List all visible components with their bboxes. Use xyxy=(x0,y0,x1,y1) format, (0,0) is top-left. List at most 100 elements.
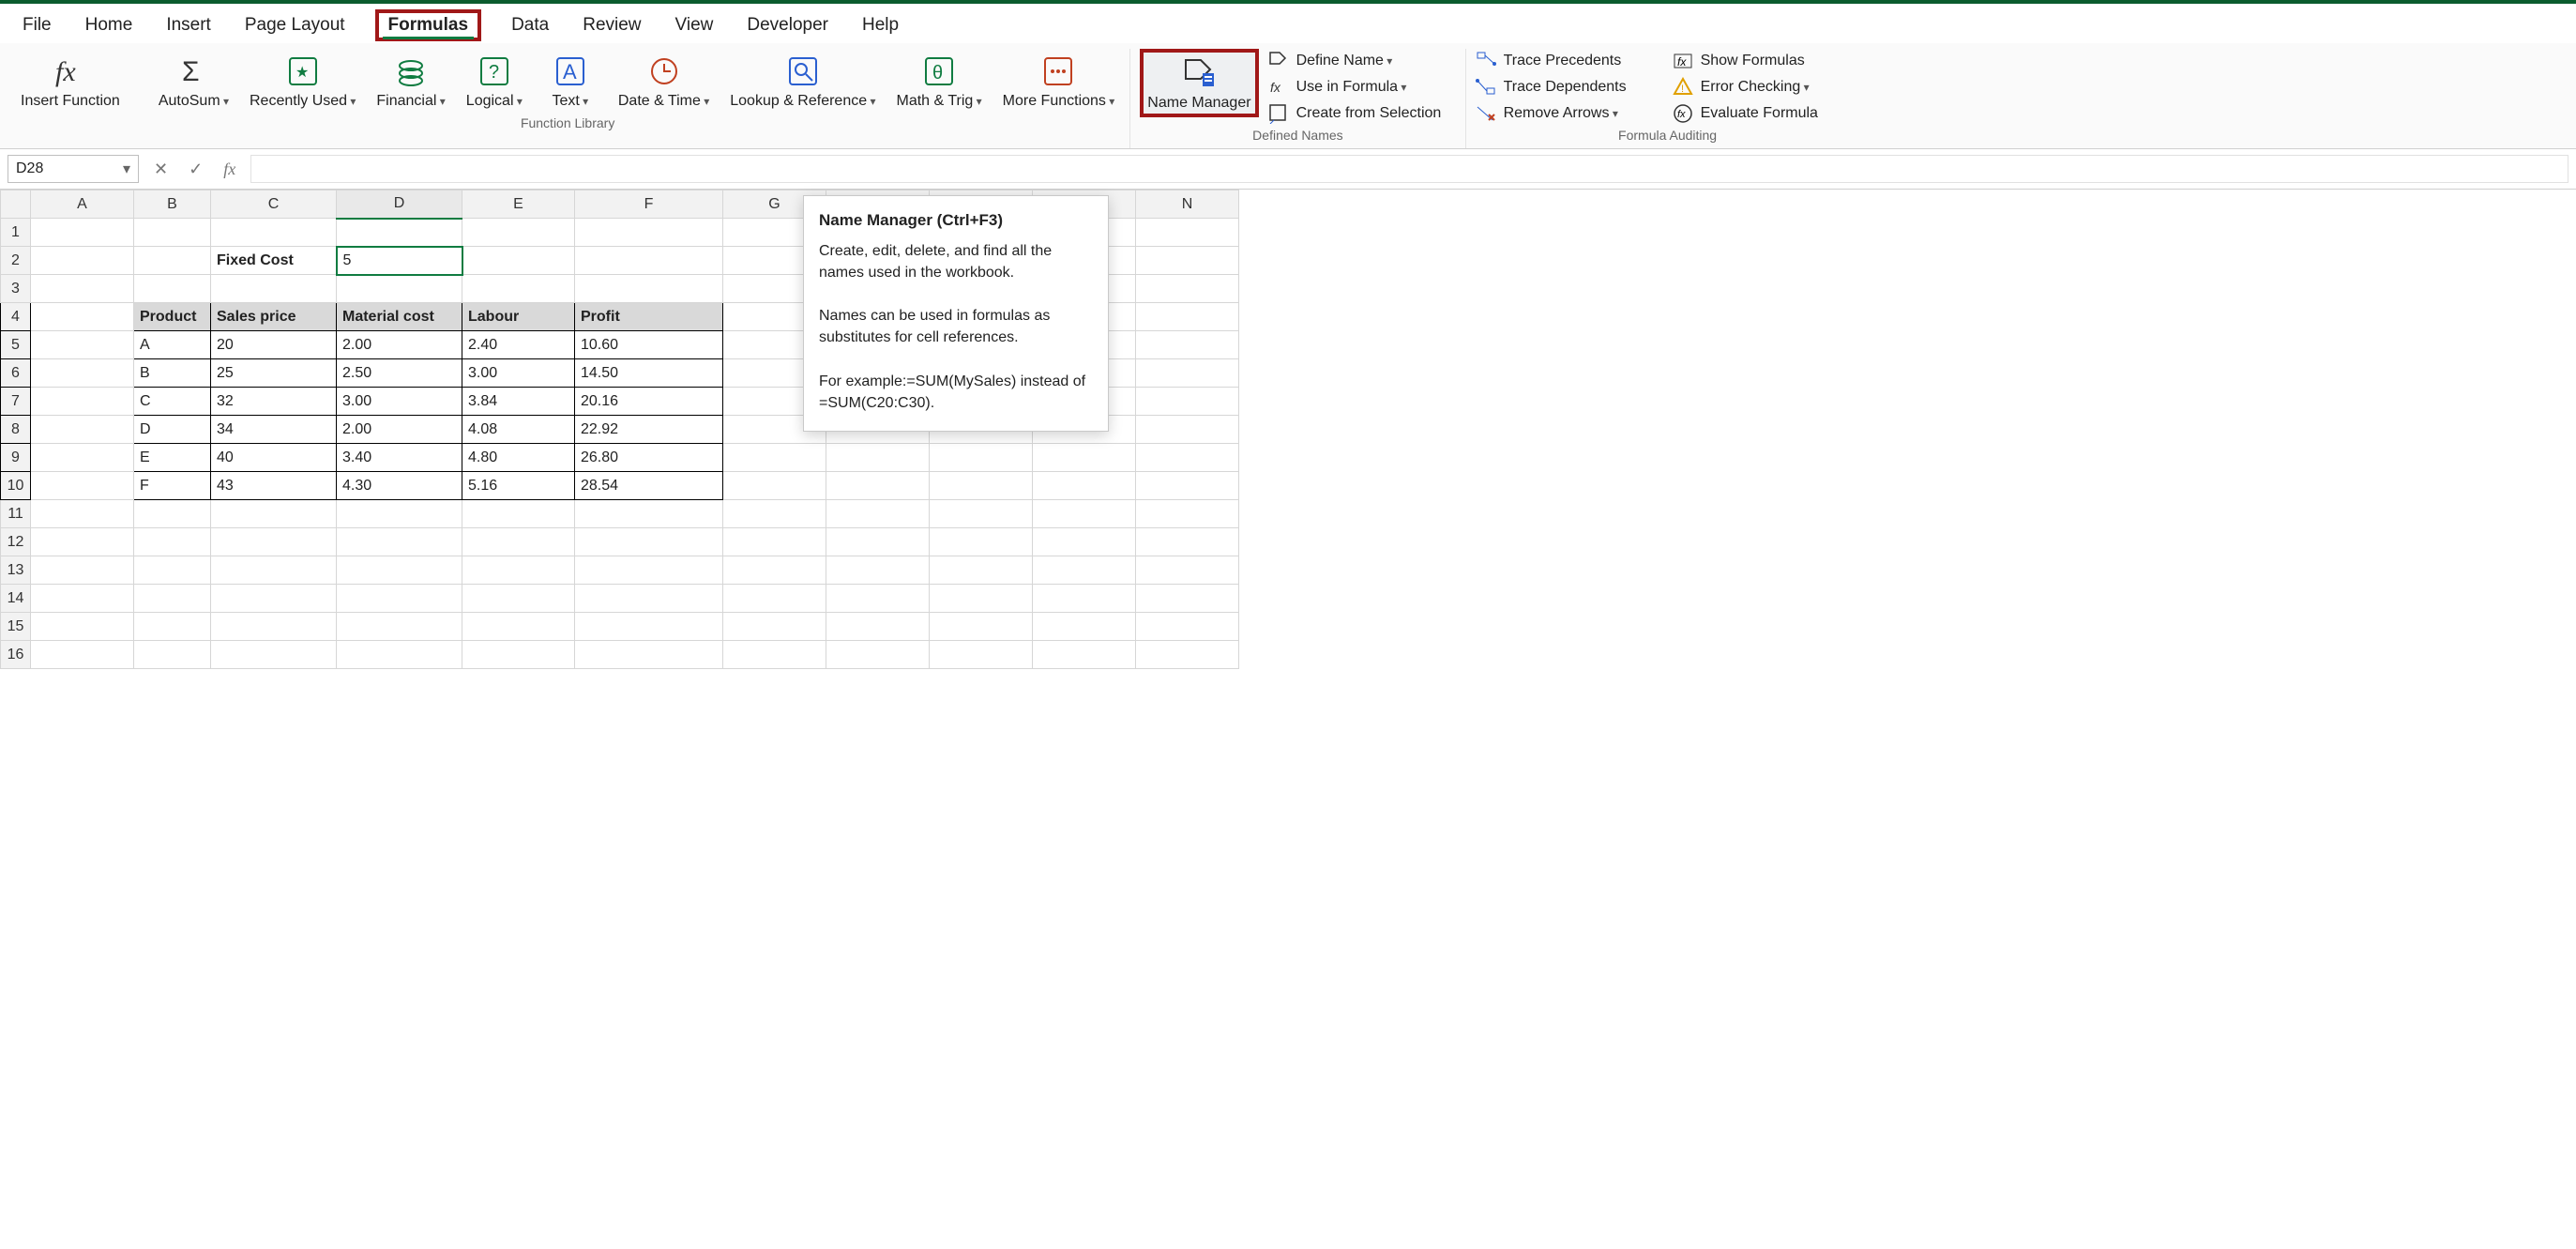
row-header[interactable]: 16 xyxy=(1,641,31,669)
tab-file[interactable]: File xyxy=(19,9,55,41)
cell[interactable]: 4.08 xyxy=(462,416,575,444)
ellipsis-icon xyxy=(1032,53,1084,90)
cell[interactable]: C xyxy=(134,388,211,416)
col-header[interactable]: D xyxy=(337,190,462,219)
name-box[interactable]: D28 ▾ xyxy=(8,155,139,183)
cell[interactable]: 3.00 xyxy=(337,388,462,416)
cell[interactable]: Material cost xyxy=(337,303,462,331)
evaluate-formula-button[interactable]: fxEvaluate Formula xyxy=(1673,103,1860,124)
financial-label: Financial xyxy=(376,92,445,110)
cell[interactable]: F xyxy=(134,472,211,500)
col-header[interactable]: A xyxy=(31,190,134,219)
cell[interactable]: 4.30 xyxy=(337,472,462,500)
row-header[interactable]: 6 xyxy=(1,359,31,388)
cell[interactable]: 25 xyxy=(211,359,337,388)
cell[interactable]: 4.80 xyxy=(462,444,575,472)
cell[interactable]: 32 xyxy=(211,388,337,416)
tab-review[interactable]: Review xyxy=(579,9,644,41)
row-header[interactable]: 8 xyxy=(1,416,31,444)
tab-help[interactable]: Help xyxy=(858,9,902,41)
cell[interactable]: 28.54 xyxy=(575,472,723,500)
cell[interactable]: D xyxy=(134,416,211,444)
cell[interactable]: 3.84 xyxy=(462,388,575,416)
col-header[interactable]: F xyxy=(575,190,723,219)
cell[interactable]: 3.00 xyxy=(462,359,575,388)
cell[interactable]: 40 xyxy=(211,444,337,472)
row-header[interactable]: 7 xyxy=(1,388,31,416)
trace-dependents-button[interactable]: Trace Dependents xyxy=(1476,77,1663,98)
row-header[interactable]: 10 xyxy=(1,472,31,500)
cell[interactable]: 10.60 xyxy=(575,331,723,359)
row-header[interactable]: 5 xyxy=(1,331,31,359)
cancel-icon[interactable]: ✕ xyxy=(148,160,174,179)
cell[interactable]: 3.40 xyxy=(337,444,462,472)
define-name-button[interactable]: Define Name xyxy=(1268,51,1456,71)
row-header[interactable]: 3 xyxy=(1,275,31,303)
cell[interactable]: Product xyxy=(134,303,211,331)
text-button[interactable]: A Text xyxy=(538,49,603,112)
create-from-selection-button[interactable]: Create from Selection xyxy=(1268,103,1456,124)
recently-used-button[interactable]: ★ Recently Used xyxy=(244,49,361,112)
use-in-formula-button[interactable]: fxUse in Formula xyxy=(1268,77,1456,98)
cell[interactable]: Profit xyxy=(575,303,723,331)
col-header[interactable]: N xyxy=(1136,190,1239,219)
enter-icon[interactable]: ✓ xyxy=(183,160,208,179)
cell[interactable]: 22.92 xyxy=(575,416,723,444)
tab-home[interactable]: Home xyxy=(82,9,137,41)
autosum-button[interactable]: Σ AutoSum xyxy=(153,49,235,112)
lookup-reference-button[interactable]: Lookup & Reference xyxy=(724,49,881,112)
cell[interactable]: 14.50 xyxy=(575,359,723,388)
more-functions-button[interactable]: More Functions xyxy=(997,49,1121,112)
cell[interactable]: 26.80 xyxy=(575,444,723,472)
tab-developer[interactable]: Developer xyxy=(743,9,832,41)
cell[interactable]: 5 xyxy=(337,247,462,275)
col-header[interactable]: B xyxy=(134,190,211,219)
logical-button[interactable]: ? Logical xyxy=(461,49,528,112)
cell[interactable]: 2.50 xyxy=(337,359,462,388)
row-header[interactable]: 9 xyxy=(1,444,31,472)
tab-view[interactable]: View xyxy=(672,9,718,41)
cell[interactable]: A xyxy=(134,331,211,359)
tab-insert[interactable]: Insert xyxy=(162,9,215,41)
cell[interactable]: Sales price xyxy=(211,303,337,331)
fx-icon-bar[interactable]: fx xyxy=(218,160,241,179)
row-header[interactable]: 14 xyxy=(1,585,31,613)
insert-function-button[interactable]: fx Insert Function xyxy=(15,49,126,112)
math-trig-button[interactable]: θ Math & Trig xyxy=(890,49,987,112)
cell[interactable]: E xyxy=(134,444,211,472)
cell[interactable]: 2.40 xyxy=(462,331,575,359)
cell[interactable]: 34 xyxy=(211,416,337,444)
cell[interactable]: 5.16 xyxy=(462,472,575,500)
show-formulas-button[interactable]: fxShow Formulas xyxy=(1673,51,1860,71)
cell[interactable]: Labour xyxy=(462,303,575,331)
formula-input[interactable] xyxy=(250,155,2568,183)
cell[interactable]: B xyxy=(134,359,211,388)
name-manager-button[interactable]: Name Manager xyxy=(1140,49,1258,117)
cell[interactable]: 43 xyxy=(211,472,337,500)
error-checking-button[interactable]: !Error Checking xyxy=(1673,77,1860,98)
date-time-button[interactable]: Date & Time xyxy=(613,49,715,112)
col-header[interactable]: E xyxy=(462,190,575,219)
row-header[interactable]: 11 xyxy=(1,500,31,528)
remove-arrows-button[interactable]: Remove Arrows xyxy=(1476,103,1663,124)
row-header[interactable]: 1 xyxy=(1,219,31,247)
row-header[interactable]: 4 xyxy=(1,303,31,331)
cell[interactable]: 2.00 xyxy=(337,416,462,444)
cell[interactable]: 20 xyxy=(211,331,337,359)
col-header[interactable]: C xyxy=(211,190,337,219)
financial-button[interactable]: Financial xyxy=(371,49,450,112)
cell[interactable]: 2.00 xyxy=(337,331,462,359)
tab-data[interactable]: Data xyxy=(508,9,553,41)
ribbon-tabs: File Home Insert Page Layout Formulas Da… xyxy=(0,4,2576,43)
row-header[interactable]: 15 xyxy=(1,613,31,641)
tab-page-layout[interactable]: Page Layout xyxy=(241,9,349,41)
trace-precedents-button[interactable]: Trace Precedents xyxy=(1476,51,1663,71)
tooltip-line2: Names can be used in formulas as substit… xyxy=(819,305,1093,348)
svg-text:?: ? xyxy=(489,62,499,83)
tab-formulas[interactable]: Formulas xyxy=(375,9,482,41)
row-header[interactable]: 2 xyxy=(1,247,31,275)
row-header[interactable]: 12 xyxy=(1,528,31,556)
row-header[interactable]: 13 xyxy=(1,556,31,585)
cell[interactable]: 20.16 xyxy=(575,388,723,416)
cell[interactable]: Fixed Cost xyxy=(211,247,337,275)
